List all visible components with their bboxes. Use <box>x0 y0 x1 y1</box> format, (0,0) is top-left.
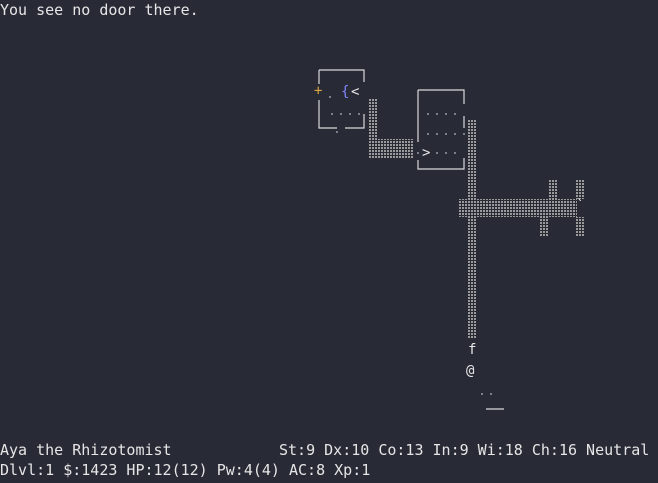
status-attributes: St:9 Dx:10 Co:13 In:9 Wi:18 Ch:16 Neutra… <box>279 441 650 459</box>
room-1-top-wall <box>319 69 365 82</box>
upstairs-glyph: < <box>351 84 359 100</box>
corridors <box>369 99 585 338</box>
status-name: Aya the Rhizotomist <box>0 441 172 459</box>
status-vitals: Dlvl:1 $:1423 HP:12(12) Pw:4(4) AC:8 Xp:… <box>0 461 371 479</box>
corridor <box>459 199 577 217</box>
corridor <box>369 139 414 159</box>
player-character: @ <box>466 363 475 379</box>
corridor <box>549 179 558 199</box>
pet-kitten: f <box>468 342 476 358</box>
room-1-left-wall <box>318 70 337 129</box>
boulder-glyph: ` <box>576 198 584 214</box>
corridor <box>576 217 585 237</box>
corridor <box>576 179 585 199</box>
bottom-area: f @ <box>466 342 504 410</box>
corridor <box>467 120 476 338</box>
dungeon-map: + { < > ` f @ <box>314 69 585 410</box>
game-screen: You see no door there. + { < > ` f @ Aya… <box>0 0 658 483</box>
room-1: + { < <box>314 69 365 133</box>
downstairs-glyph: > <box>422 145 430 161</box>
corridor <box>540 217 549 237</box>
fountain-glyph: { <box>341 84 349 100</box>
room-2: > <box>417 89 465 170</box>
room-1-bottom-wall <box>345 114 365 129</box>
door-glyph: + <box>314 83 322 99</box>
